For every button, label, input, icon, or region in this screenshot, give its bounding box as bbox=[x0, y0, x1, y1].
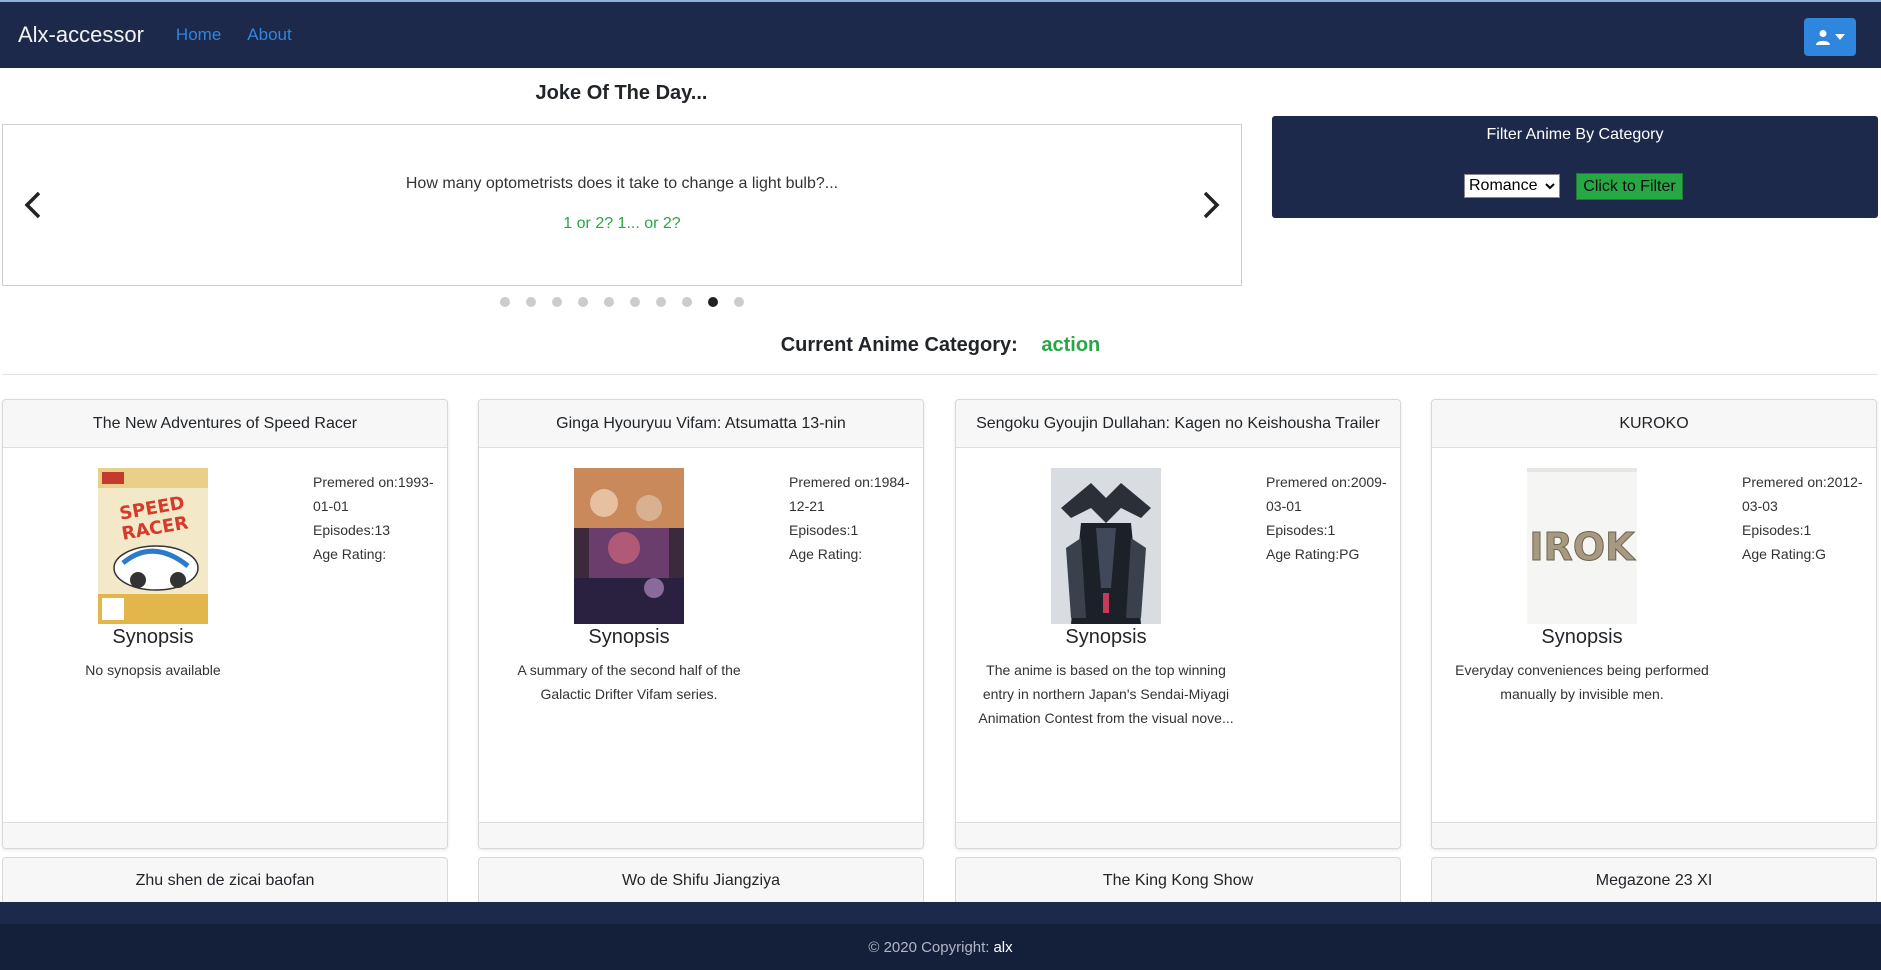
chevron-down-icon bbox=[1545, 183, 1555, 190]
category-select[interactable]: Romance bbox=[1464, 174, 1560, 198]
card-footer bbox=[479, 822, 923, 848]
footer: © 2020 Copyright: alx bbox=[0, 924, 1881, 970]
anime-poster bbox=[1051, 468, 1161, 624]
premiered-date: Premered on:2009-03-01 bbox=[1266, 474, 1387, 514]
age-rating: Age Rating:G bbox=[1742, 546, 1827, 562]
filter-title: Filter Anime By Category bbox=[1486, 126, 1664, 143]
card-title: Ginga Hyouryuu Vifam: Atsumatta 13-nin bbox=[479, 400, 923, 448]
carousel-indicator-dot[interactable] bbox=[708, 297, 718, 307]
copyright-owner-link[interactable]: alx bbox=[993, 939, 1012, 956]
filter-panel: Filter Anime By Category Romance Click t… bbox=[1272, 116, 1878, 218]
card-title: Sengoku Gyoujin Dullahan: Kagen no Keish… bbox=[956, 400, 1400, 448]
carousel-indicator-dot[interactable] bbox=[552, 297, 562, 307]
anime-poster bbox=[574, 468, 684, 624]
nav-about-link[interactable]: About bbox=[247, 25, 291, 45]
card-footer bbox=[1432, 822, 1876, 848]
card-info: Premered on:1993-01-01 Episodes:13 Age R… bbox=[313, 470, 443, 566]
age-rating: Age Rating: bbox=[313, 546, 387, 562]
current-category: Current Anime Category: action bbox=[0, 334, 1881, 357]
brand-logo[interactable]: Alx-accessor bbox=[18, 22, 144, 48]
joke-answer: 1 or 2? 1... or 2? bbox=[563, 215, 681, 232]
carousel-indicator-dot[interactable] bbox=[734, 297, 744, 307]
premiered-date: Premered on:2012-03-03 bbox=[1742, 474, 1863, 514]
synopsis-title: Synopsis bbox=[588, 626, 670, 648]
carousel-indicator-dot[interactable] bbox=[682, 297, 692, 307]
category-select-value: Romance bbox=[1469, 177, 1538, 194]
copyright-text: © 2020 Copyright: bbox=[868, 938, 990, 956]
user-menu-button[interactable] bbox=[1804, 18, 1856, 56]
synopsis-text: No synopsis available bbox=[85, 662, 221, 678]
filter-button[interactable]: Click to Filter bbox=[1576, 173, 1683, 200]
category-label: Current Anime Category: bbox=[780, 334, 1018, 356]
carousel-indicator-dot[interactable] bbox=[578, 297, 588, 307]
card-footer bbox=[3, 822, 447, 848]
joke-question: How many optometrists does it take to ch… bbox=[405, 175, 839, 192]
joke-heading: Joke Of The Day... bbox=[535, 82, 708, 104]
navbar: Alx-accessor Home About bbox=[0, 0, 1881, 68]
card-info: Premered on:2012-03-03 Episodes:1 Age Ra… bbox=[1742, 470, 1872, 566]
carousel-indicator-dot[interactable] bbox=[630, 297, 640, 307]
episodes-count: Episodes:1 bbox=[789, 522, 859, 538]
synopsis-text: A summary of the second half of the Gala… bbox=[517, 662, 741, 702]
premiered-date: Premered on:1984-12-21 bbox=[789, 474, 910, 514]
carousel-indicator-dot[interactable] bbox=[656, 297, 666, 307]
divider bbox=[2, 374, 1878, 375]
carousel-indicator-dot[interactable] bbox=[604, 297, 614, 307]
card-title: KUROKO bbox=[1432, 400, 1876, 448]
age-rating: Age Rating:PG bbox=[1266, 546, 1360, 562]
episodes-count: Episodes:1 bbox=[1266, 522, 1336, 538]
card-info: Premered on:1984-12-21 Episodes:1 Age Ra… bbox=[789, 470, 919, 566]
carousel-indicator-dot[interactable] bbox=[526, 297, 536, 307]
chevron-down-icon bbox=[1835, 34, 1845, 40]
anime-card[interactable]: Sengoku Gyoujin Dullahan: Kagen no Keish… bbox=[955, 399, 1401, 849]
episodes-count: Episodes:13 bbox=[313, 522, 391, 538]
card-title: The New Adventures of Speed Racer bbox=[3, 400, 447, 448]
anime-poster: IROK bbox=[1527, 468, 1637, 624]
card-footer bbox=[956, 822, 1400, 848]
synopsis-text: Everyday conveniences being performed ma… bbox=[1455, 662, 1709, 702]
synopsis-text: The anime is based on the top winning en… bbox=[978, 662, 1234, 726]
episodes-count: Episodes:1 bbox=[1742, 522, 1812, 538]
anime-poster: SPEED RACER bbox=[98, 468, 208, 624]
category-value: action bbox=[1041, 334, 1101, 356]
joke-carousel: How many optometrists does it take to ch… bbox=[2, 124, 1242, 286]
carousel-indicators bbox=[500, 297, 744, 307]
anime-card[interactable]: KUROKO IROK Premered on:2012-03-03 Episo… bbox=[1431, 399, 1877, 849]
premiered-date: Premered on:1993-01-01 bbox=[313, 474, 434, 514]
carousel-indicator-dot[interactable] bbox=[500, 297, 510, 307]
synopsis-title: Synopsis bbox=[1065, 626, 1147, 648]
footer-band bbox=[0, 902, 1881, 924]
card-info: Premered on:2009-03-01 Episodes:1 Age Ra… bbox=[1266, 470, 1396, 566]
carousel-next-button[interactable] bbox=[1191, 185, 1231, 225]
nav-home-link[interactable]: Home bbox=[176, 25, 221, 45]
age-rating: Age Rating: bbox=[789, 546, 863, 562]
synopsis-title: Synopsis bbox=[112, 626, 194, 648]
svg-text:IROK: IROK bbox=[1529, 525, 1636, 569]
anime-card[interactable]: The New Adventures of Speed Racer SPEED … bbox=[2, 399, 448, 849]
chevron-right-icon bbox=[1203, 191, 1220, 219]
user-icon bbox=[1816, 30, 1830, 45]
synopsis-title: Synopsis bbox=[1541, 626, 1623, 648]
anime-card[interactable]: Ginga Hyouryuu Vifam: Atsumatta 13-nin P… bbox=[478, 399, 924, 849]
